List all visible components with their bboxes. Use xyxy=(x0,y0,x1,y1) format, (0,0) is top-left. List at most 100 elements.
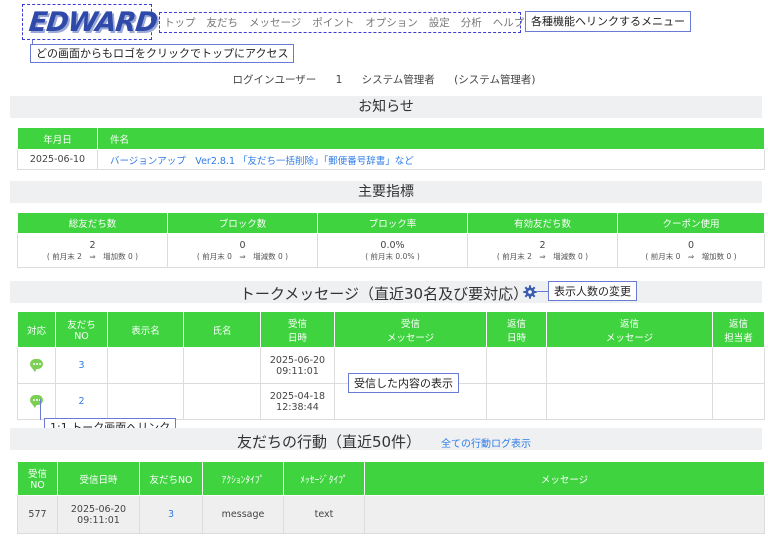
talk-header-send-date: 返信 日時 xyxy=(486,311,547,348)
talk-recv-date-day: 2025-06-20 xyxy=(269,354,326,366)
nav-friends[interactable]: 友だち xyxy=(207,15,239,30)
news-table: 年月日 件名 2025-06-10 バージョンアップ Ver2.8.1 「友だち… xyxy=(17,127,765,170)
kpi-header-block: ブロック数 xyxy=(167,212,318,234)
talk-name xyxy=(183,383,261,420)
login-user-id: 1 xyxy=(335,74,343,86)
actions-recv-date-time: 09:11:01 xyxy=(77,514,120,526)
login-user-role: (システム管理者) xyxy=(454,74,536,86)
nav-option[interactable]: オプション xyxy=(365,15,418,30)
actions-recv-date-day: 2025-06-20 xyxy=(70,503,127,515)
kpi-value-valid: 2 xyxy=(539,239,546,251)
menu-callout: 各種機能ヘリンクするメニュー xyxy=(525,11,691,32)
talk-table: 対応 友だち NO 表示名 氏名 受信 日時 受信メッセージ 返信日時 返信メッセー… xyxy=(17,311,765,420)
talk-friend-no-link[interactable]: 2 xyxy=(55,383,108,420)
talk-header-send-msg-2: メッセージ xyxy=(605,332,654,344)
actions-row: 577 2025-06-20 09:11:01 3 message text xyxy=(17,495,765,534)
talk-header-recv-msg-1: 受信 xyxy=(400,318,420,330)
kpi-cell-coupon: 0( 前月末 0 ⇒ 増加数 0 ) xyxy=(617,233,765,268)
news-subject-link[interactable]: バージョンアップ Ver2.8.1 「友だち一括削除」「郵便番号辞書」など xyxy=(97,149,765,170)
nav-analysis[interactable]: 分析 xyxy=(461,15,482,30)
all-action-log-link[interactable]: 全ての行動ログ表示 xyxy=(441,439,531,450)
talk-header-recv-msg: 受信 メッセージ xyxy=(334,311,487,348)
actions-header-message-type: ﾒｯｾｰｼﾞﾀｲﾌﾟ xyxy=(283,461,365,496)
talk-cell-taiou xyxy=(17,383,56,420)
kpi-table: 総友だち数 ブロック数 ブロック率 有効友だち数 クーポン使用 2( 前月末 2… xyxy=(17,212,765,268)
recv-callout: 受信した内容の表示 xyxy=(348,373,459,393)
talk-header-name: 氏名 xyxy=(183,311,261,348)
kpi-sub-block-rate: ( 前月末 0.0% ) xyxy=(365,251,420,261)
talk-friend-no-link[interactable]: 3 xyxy=(55,347,108,384)
kpi-sub-coupon: ( 前月末 0 ⇒ 増加数 0 ) xyxy=(645,251,737,261)
actions-recv-date: 2025-06-20 09:11:01 xyxy=(57,495,140,534)
kpi-cell-block-rate: 0.0%( 前月末 0.0% ) xyxy=(317,233,468,268)
talk-send-msg xyxy=(546,383,713,420)
actions-section-title-wrap: 友だちの行動（直近50件） 全ての行動ログ表示 xyxy=(0,431,768,452)
talk-header-send-msg-1: 返信 xyxy=(619,318,639,330)
talk-recv-date-time: 12:38:44 xyxy=(276,401,319,413)
talk-header-recv-date: 受信 日時 xyxy=(260,311,335,348)
kpi-value-coupon: 0 xyxy=(687,239,695,251)
talk-staff xyxy=(712,347,765,384)
talk-recv-date-time: 09:11:01 xyxy=(276,365,319,377)
actions-message-type: text xyxy=(283,495,365,534)
login-user-label: ログインユーザー xyxy=(232,74,317,86)
kpi-header-block-rate: ブロック率 xyxy=(317,212,468,234)
news-section-title: お知らせ xyxy=(10,96,762,118)
news-date: 2025-06-10 xyxy=(17,149,98,170)
talk-name xyxy=(183,347,261,384)
kpi-sub-total: ( 前月末 2 ⇒ 増加数 0 ) xyxy=(46,251,139,261)
actions-header-message: メッセージ xyxy=(364,461,765,496)
talk-header-friend-no-1: 友だち xyxy=(67,320,96,331)
talk-display-name xyxy=(107,383,184,420)
talk-header-staff-2: 担当者 xyxy=(724,332,753,344)
actions-section-title: 友だちの行動（直近50件） xyxy=(236,433,422,451)
kpi-sub-valid: ( 前月末 2 ⇒ 増減数 0 ) xyxy=(496,251,589,261)
main-nav: トップ 友だち メッセージ ポイント オプション 設定 分析 ヘルプ xyxy=(159,12,524,33)
edward-logo[interactable]: EDWARD xyxy=(27,7,158,38)
kpi-row: 2( 前月末 2 ⇒ 増加数 0 ) 0( 前月末 0 ⇒ 増減数 0 ) 0.… xyxy=(17,233,765,268)
kpi-header-coupon: クーポン使用 xyxy=(617,212,765,234)
talk-header-taiou: 対応 xyxy=(17,311,56,348)
news-row: 2025-06-10 バージョンアップ Ver2.8.1 「友だち一括削除」「郵… xyxy=(17,149,765,170)
talk-send-date xyxy=(486,347,547,384)
nav-settings[interactable]: 設定 xyxy=(429,15,450,30)
gear-icon[interactable] xyxy=(523,285,537,299)
nav-message[interactable]: メッセージ xyxy=(249,15,301,30)
actions-table: 受信 NO 受信日時 友だちNO ｱｸｼｮﾝﾀｲﾌﾟ ﾒｯｾｰｼﾞﾀｲﾌﾟ メッセ… xyxy=(17,461,765,534)
talk-staff xyxy=(712,383,765,420)
talk-recv-date: 2025-06-20 09:11:01 xyxy=(260,347,335,384)
news-header-date: 年月日 xyxy=(17,127,98,150)
talk-header-send-msg: 返信 メッセージ xyxy=(546,311,713,348)
talk-header-staff-1: 返信 xyxy=(728,318,748,330)
actions-header-recv-no-2: NO xyxy=(30,480,45,491)
kpi-cell-block: 0( 前月末 0 ⇒ 増減数 0 ) xyxy=(167,233,318,268)
kpi-value-block-rate: 0.0% xyxy=(380,239,405,251)
nav-point[interactable]: ポイント xyxy=(312,15,354,30)
talk-header-display-name: 表示名 xyxy=(107,311,184,348)
gear-callout: 表示人数の変更 xyxy=(548,281,637,301)
kpi-section-title: 主要指標 xyxy=(10,181,762,203)
kpi-header-valid: 有効友だち数 xyxy=(467,212,618,234)
talk-section-title: トークメッセージ（直近30名及び要対応） xyxy=(239,285,529,303)
nav-help[interactable]: ヘルプ xyxy=(493,15,525,30)
chat-icon[interactable] xyxy=(30,395,43,408)
login-user-line: ログインユーザー 1 システム管理者 (システム管理者) xyxy=(0,72,768,87)
kpi-cell-valid: 2( 前月末 2 ⇒ 増減数 0 ) xyxy=(467,233,618,268)
talk-header-send-date-2: 日時 xyxy=(506,332,526,344)
kpi-value-total: 2 xyxy=(89,239,96,251)
talk-header-staff: 返信 担当者 xyxy=(712,311,765,348)
chat-icon[interactable] xyxy=(30,359,43,372)
actions-friend-no-link[interactable]: 3 xyxy=(139,495,203,534)
actions-recv-no: 577 xyxy=(17,495,58,534)
nav-top[interactable]: トップ xyxy=(164,15,196,30)
talk-header-send-date-1: 返信 xyxy=(506,318,526,330)
talk-recv-date-day: 2025-04-18 xyxy=(269,390,326,402)
kpi-sub-block: ( 前月末 0 ⇒ 増減数 0 ) xyxy=(196,251,289,261)
kpi-header-total: 総友だち数 xyxy=(17,212,168,234)
talk-header-recv-date-1: 受信 xyxy=(287,318,307,330)
talk-header-friend-no: 友だち NO xyxy=(55,311,108,348)
actions-header-recv-no-1: 受信 xyxy=(27,469,47,480)
logo-frame[interactable]: EDWARD xyxy=(22,4,158,40)
talk-callout-leader xyxy=(40,399,41,420)
talk-header-recv-msg-2: メッセージ xyxy=(386,332,435,344)
